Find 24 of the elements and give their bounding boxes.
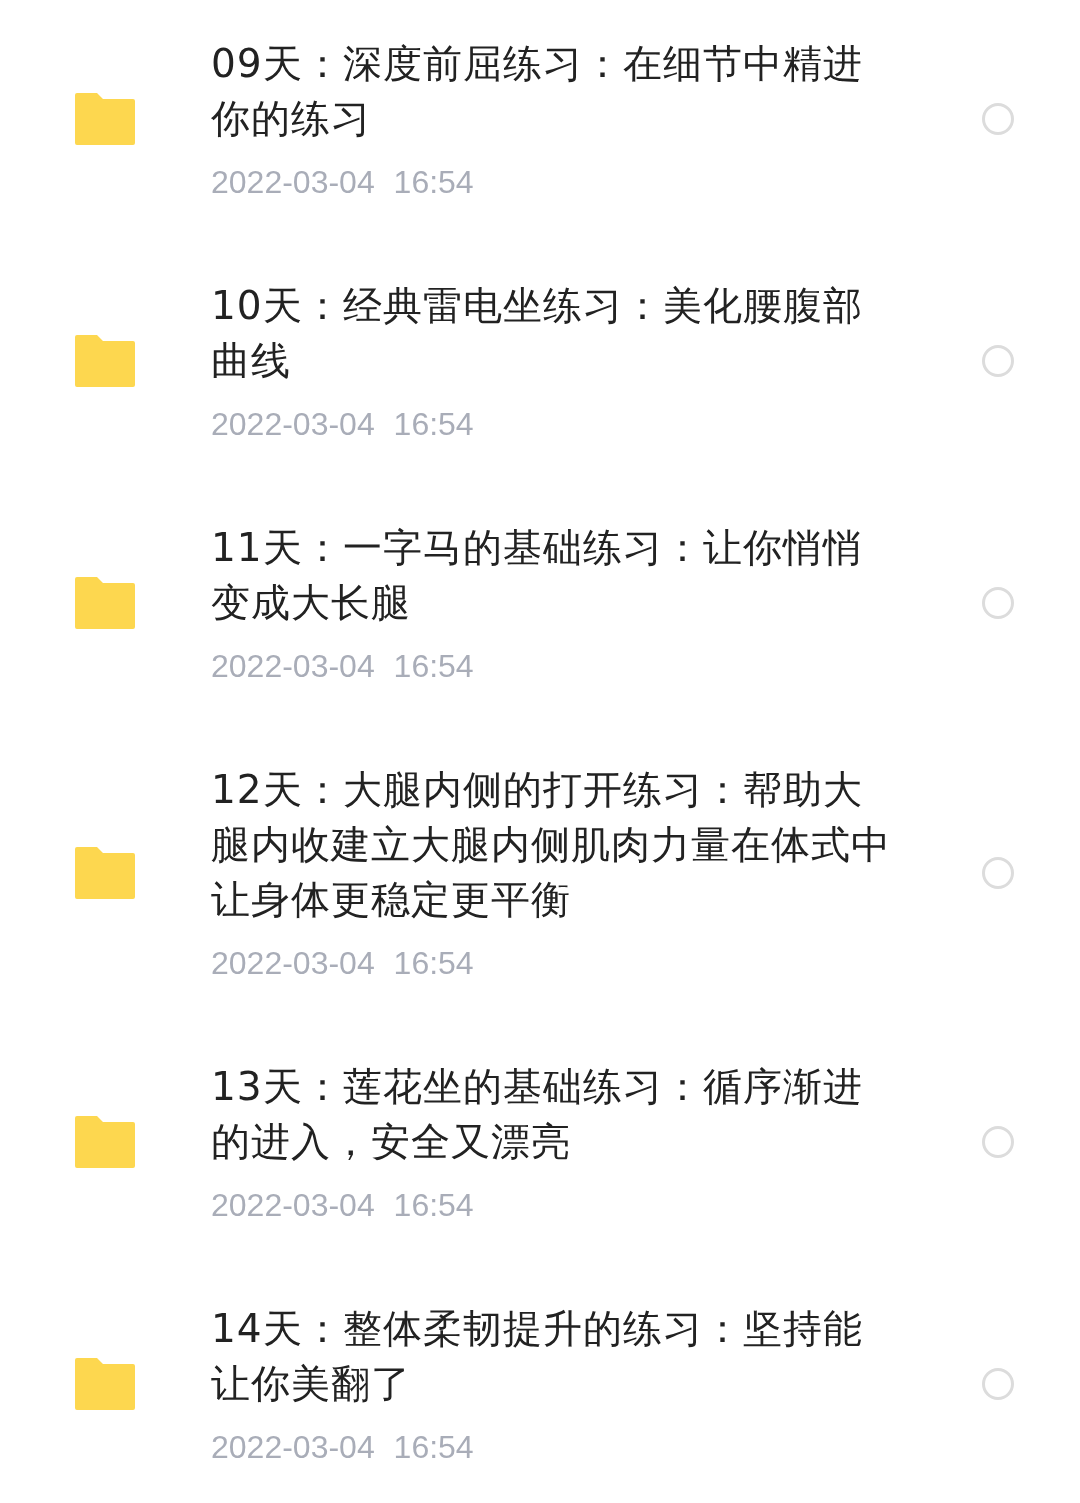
- folder-icon: [73, 333, 137, 389]
- modified-date: 2022-03-04 16:54: [211, 944, 475, 983]
- select-radio[interactable]: [982, 103, 1014, 135]
- modified-date: 2022-03-04 16:54: [211, 163, 475, 202]
- folder-icon: [73, 1356, 137, 1412]
- select-radio[interactable]: [982, 856, 1014, 889]
- select-radio[interactable]: [982, 1368, 1014, 1400]
- folder-icon: [73, 844, 137, 901]
- folder-icon: [73, 575, 137, 631]
- folder-icon: [73, 1114, 137, 1170]
- modified-date: 2022-03-04 16:54: [211, 647, 475, 686]
- folder-name[interactable]: 12天：大腿内侧的打开练习：帮助大腿内收建立大腿内侧肌肉力量在体式中让身体更稳定更平衡: [211, 762, 901, 927]
- folder-name[interactable]: 10天：经典雷电坐练习：美化腰腹部曲线: [211, 278, 901, 388]
- modified-date: 2022-03-04 16:54: [211, 1186, 475, 1225]
- select-radio[interactable]: [982, 587, 1014, 619]
- select-radio[interactable]: [982, 345, 1014, 377]
- folder-name[interactable]: 09天：深度前屈练习：在细节中精进你的练习: [211, 36, 901, 146]
- modified-date: 2022-03-04 16:54: [211, 405, 475, 444]
- folder-name[interactable]: 13天：莲花坐的基础练习：循序渐进的进入，安全又漂亮: [211, 1059, 901, 1169]
- folder-name[interactable]: 11天：一字马的基础练习：让你悄悄变成大长腿: [211, 520, 901, 630]
- select-radio[interactable]: [982, 1126, 1014, 1158]
- modified-date: 2022-03-04 16:54: [211, 1428, 475, 1467]
- folder-name[interactable]: 14天：整体柔韧提升的练习：坚持能让你美翻了: [211, 1301, 901, 1411]
- folder-icon: [73, 91, 137, 147]
